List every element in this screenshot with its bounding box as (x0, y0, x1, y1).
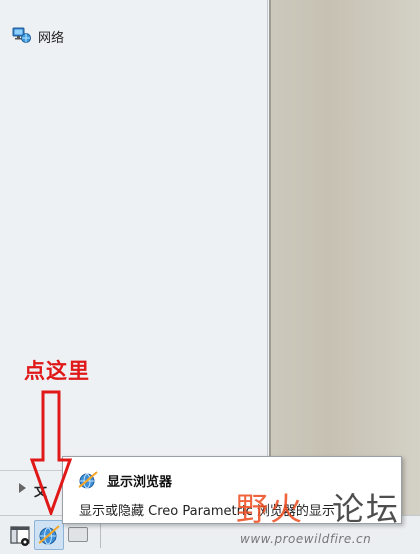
tooltip-title: 显示浏览器 (107, 475, 173, 490)
navigator-toggle-button[interactable] (5, 520, 35, 550)
expand-arrow-icon[interactable] (19, 483, 26, 493)
annotation-label: 点这里 (24, 359, 90, 383)
sash-divider[interactable] (269, 0, 271, 515)
browser-globe-icon (38, 525, 60, 545)
browser-toggle-button[interactable] (34, 520, 64, 550)
red-arrow-icon (30, 390, 72, 515)
browser-tooltip: 显示浏览器 显示或隐藏 Creo Parametric 浏览器的显示 (62, 456, 402, 524)
tooltip-description: 显示或隐藏 Creo Parametric 浏览器的显示 (79, 504, 335, 519)
full-screen-button[interactable] (68, 527, 88, 542)
graphics-area[interactable] (269, 0, 420, 515)
browser-globe-icon (77, 469, 99, 491)
navigator-panel-icon (10, 526, 30, 546)
tree-item-label: 网络 (38, 30, 65, 46)
status-bar-divider (100, 522, 101, 548)
tree-item-network[interactable]: 网络 (12, 26, 70, 46)
network-icon (12, 27, 32, 45)
